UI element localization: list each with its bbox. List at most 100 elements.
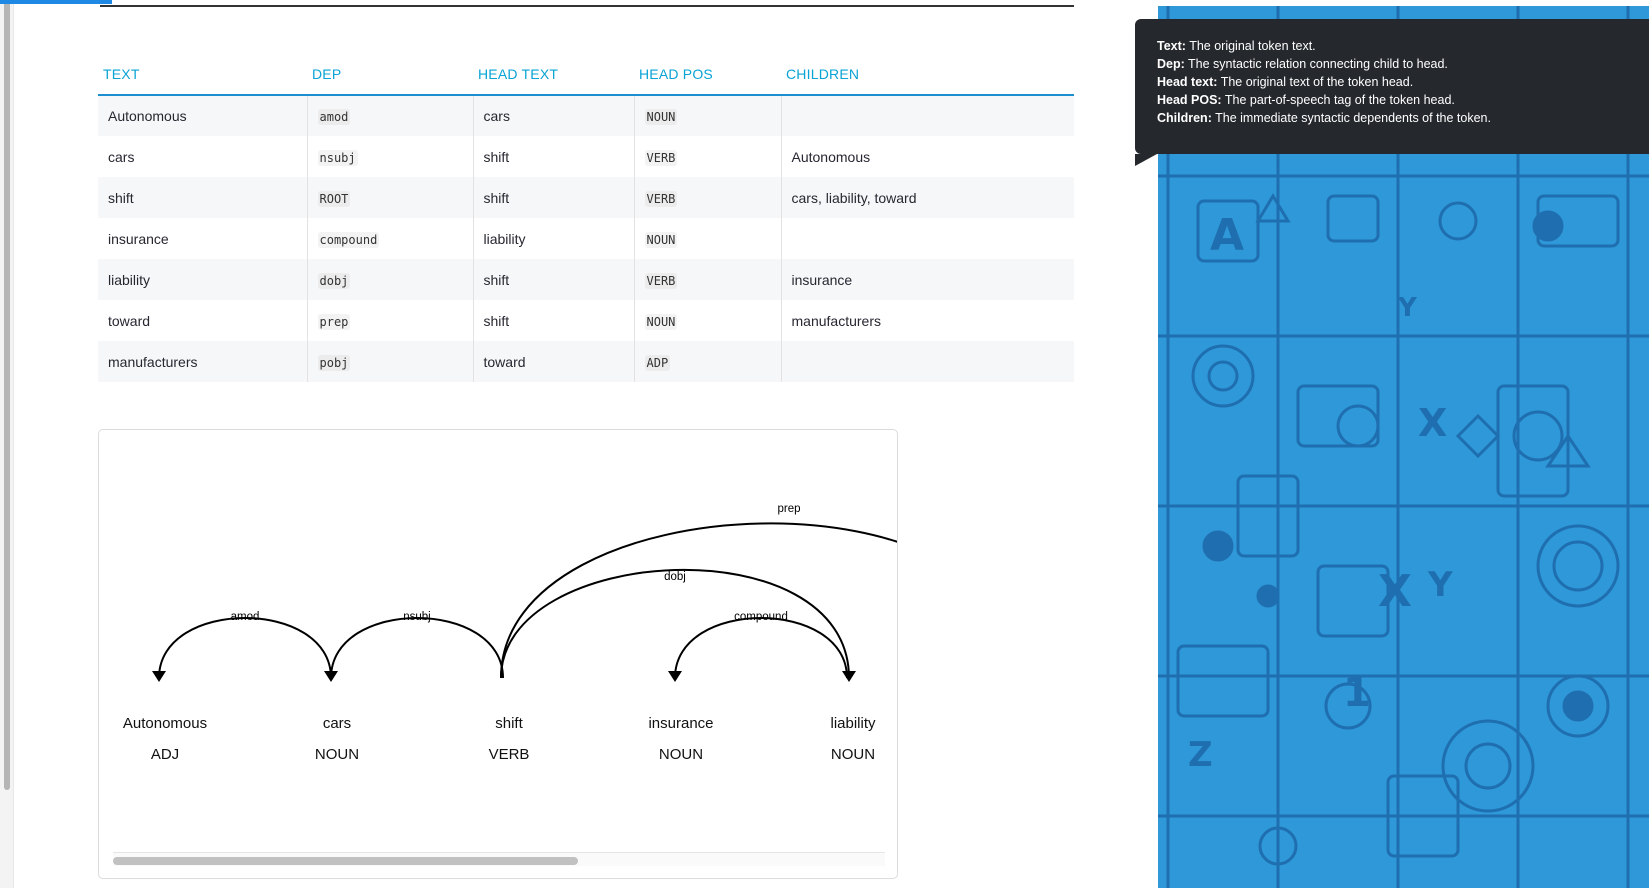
cell-dep-code: prep — [317, 313, 351, 330]
cell-head-pos: ADP — [634, 341, 782, 382]
token-tag: NOUN — [831, 746, 875, 763]
dependency-visualization: Autonomous ADJ cars NOUN shift VERB insurance N… — [98, 429, 898, 879]
cell-head-pos-code: NOUN — [644, 313, 678, 330]
token-word: shift — [495, 715, 523, 732]
table-row: liability dobj shift VERB insurance — [98, 259, 1074, 300]
cell-head-pos-code: VERB — [644, 149, 678, 166]
column-header-text[interactable]: TEXT — [98, 56, 307, 96]
token-attributes-table: TEXT DEP HEAD TEXT HEAD POS CHILDREN Aut… — [98, 56, 1074, 382]
cell-head-pos-code: NOUN — [644, 109, 678, 125]
glyph-icon: X — [1378, 566, 1412, 617]
glyph-icon: X — [1418, 401, 1447, 445]
chip-icon — [1296, 384, 1380, 448]
cell-head-text: liability — [473, 218, 635, 259]
tooltip-description: The part-of-speech tag of the token head… — [1224, 93, 1455, 107]
page-scrollbar[interactable] — [0, 0, 14, 888]
column-header-head-pos[interactable]: HEAD POS — [634, 56, 781, 96]
glyph-icon: Z — [1188, 735, 1213, 775]
table-row: shift ROOT shift VERB cars, liability, towar… — [98, 177, 1074, 218]
token-tag: NOUN — [315, 746, 359, 763]
token-word: insurance — [648, 715, 713, 732]
tooltip-arrow — [1135, 154, 1157, 166]
cell-text: toward — [98, 300, 308, 341]
target-icon — [1336, 404, 1380, 448]
tooltip-line: Dep: The syntactic relation connecting c… — [1157, 55, 1627, 73]
tooltip-line: Children: The immediate syntactic depend… — [1157, 109, 1627, 127]
table-row: manufacturers pobj toward ADP — [98, 341, 1074, 382]
cell-children: Autonomous — [791, 148, 871, 165]
dependency-arrowhead — [668, 671, 682, 682]
cell-head-text: cars — [473, 95, 635, 136]
table-row: insurance compound liability NOUN — [98, 218, 1074, 259]
cell-dep: nsubj — [307, 136, 474, 177]
dependency-arc — [674, 617, 848, 679]
cell-head-pos: NOUN — [634, 95, 782, 136]
cell-text: liability — [98, 259, 308, 300]
cell-dep: pobj — [307, 341, 474, 382]
cell-text: shift — [98, 177, 308, 218]
dependency-label: compound — [734, 611, 788, 623]
cell-text: Autonomous — [98, 95, 308, 136]
column-header-dep[interactable]: DEP — [307, 56, 473, 96]
tooltip-term: Dep: — [1157, 57, 1185, 71]
cell-head-pos: NOUN — [634, 218, 782, 259]
target-icon — [1191, 344, 1255, 408]
tooltip-line: Head text: The original text of the toke… — [1157, 73, 1627, 91]
cell-dep: ROOT — [307, 177, 474, 218]
horizontal-scrollbar-thumb[interactable] — [113, 857, 578, 865]
table-row: cars nsubj shift VERB Autonomous — [98, 136, 1074, 177]
tooltip-term: Head text: — [1157, 75, 1218, 89]
token-word: Autonomous — [123, 715, 207, 732]
target-icon — [1438, 201, 1478, 241]
dependency-label: dobj — [664, 571, 686, 583]
cell-children — [781, 95, 1074, 136]
table-header-row: TEXT DEP HEAD TEXT HEAD POS CHILDREN — [98, 56, 1074, 96]
table-row: Autonomous amod cars NOUN — [98, 95, 1074, 136]
target-icon — [1536, 524, 1620, 608]
target-icon — [1464, 742, 1512, 790]
tooltip-description: The original token text. — [1189, 39, 1316, 53]
column-header-head-text[interactable]: HEAD TEXT — [473, 56, 634, 96]
tooltip-description: The syntactic relation connecting child … — [1188, 57, 1448, 71]
cell-children — [781, 341, 1074, 382]
target-icon — [1512, 410, 1564, 462]
token-word: liability — [830, 715, 876, 732]
cell-head-pos: VERB — [634, 136, 782, 177]
cell-head-pos: NOUN — [634, 300, 782, 341]
column-header-children[interactable]: CHILDREN — [781, 56, 1074, 96]
tooltip-term: Head POS: — [1157, 93, 1222, 107]
cell-children: cars, liability, toward — [781, 177, 1074, 218]
token-tag: VERB — [489, 746, 530, 763]
dependency-arrowhead — [842, 671, 856, 682]
cell-dep-code: nsubj — [317, 149, 358, 166]
cell-head-pos-code: VERB — [644, 190, 678, 207]
cell-head-pos-code: NOUN — [644, 231, 678, 248]
cell-children — [781, 218, 1074, 259]
chip-icon — [1326, 194, 1380, 243]
glyph-icon: Y — [1427, 565, 1453, 605]
token-word: cars — [323, 715, 351, 732]
progress-indicator — [0, 0, 112, 4]
target-icon — [1202, 530, 1234, 562]
target-icon — [1256, 584, 1280, 608]
cell-dep: prep — [307, 300, 474, 341]
cell-dep-code: pobj — [317, 354, 351, 371]
token-tag: ADJ — [151, 746, 179, 763]
page-scrollbar-thumb[interactable] — [4, 0, 10, 790]
cell-children: manufacturers — [791, 312, 881, 329]
horizontal-scrollbar[interactable] — [113, 852, 885, 866]
dependency-label: amod — [231, 611, 260, 623]
table-row: toward prep shift NOUN manufacturers — [98, 300, 1074, 341]
column-help-tooltip: Text: The original token text. Dep: The s… — [1135, 19, 1649, 166]
cell-head-text: shift — [473, 300, 635, 341]
cell-head-text: toward — [473, 341, 635, 382]
tooltip-description: The original text of the token head. — [1220, 75, 1414, 89]
tooltip-term: Children: — [1157, 111, 1212, 125]
cell-dep: dobj — [307, 259, 474, 300]
cell-text: cars — [98, 136, 308, 177]
chip-icon — [1236, 474, 1300, 558]
cell-dep-code: compound — [317, 231, 380, 248]
target-icon — [1552, 540, 1604, 592]
tooltip-line: Text: The original token text. — [1157, 37, 1627, 55]
chip-icon — [1176, 644, 1270, 718]
